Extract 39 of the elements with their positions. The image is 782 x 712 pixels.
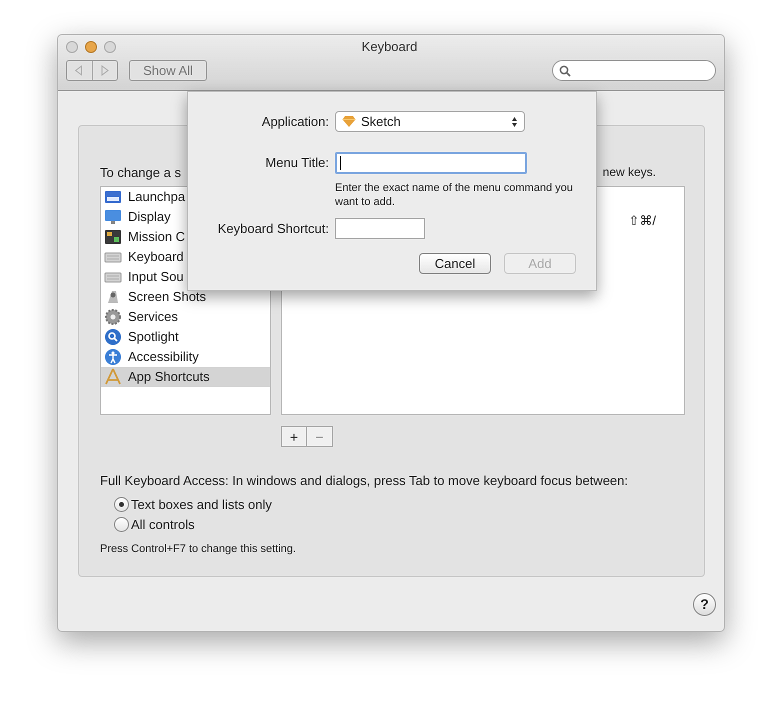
zoom-button[interactable]: [104, 41, 116, 53]
minimize-button[interactable]: [85, 41, 97, 53]
add-button[interactable]: +: [281, 426, 307, 447]
person-icon: [104, 348, 122, 366]
application-popup[interactable]: Sketch: [335, 111, 525, 132]
diamond-icon: [342, 115, 356, 128]
radio-button[interactable]: [114, 497, 129, 512]
instruction-text: To change a s: [100, 164, 181, 181]
category-item[interactable]: Accessibility: [101, 347, 270, 367]
cancel-button[interactable]: Cancel: [419, 253, 491, 274]
radio-button[interactable]: [114, 517, 129, 532]
search-icon: [104, 328, 122, 346]
category-item[interactable]: Services: [101, 307, 270, 327]
category-item[interactable]: App Shortcuts: [101, 367, 270, 387]
window-title: Keyboard: [362, 38, 418, 56]
radio-option[interactable]: All controls: [114, 514, 704, 534]
monitor-icon: [104, 208, 122, 226]
close-button[interactable]: [66, 41, 78, 53]
note-text: Press Control+F7 to change this setting.: [100, 542, 297, 556]
search-icon: [559, 64, 571, 76]
radio-option[interactable]: Text boxes and lists only: [114, 494, 704, 514]
search-field[interactable]: [552, 60, 716, 81]
back-forward-control[interactable]: [66, 60, 118, 81]
full-keyboard-access-label: Full Keyboard Access: In windows and dialogs, press Tab to move keyboard focus between:: [100, 472, 629, 490]
category-item[interactable]: Spotlight: [101, 327, 270, 347]
grid-icon: [104, 188, 122, 206]
shortcut-label: Keyboard Shortcut:: [216, 220, 329, 238]
help-button[interactable]: ?: [693, 593, 716, 616]
menu-title-field[interactable]: [335, 152, 527, 174]
windows-icon: [104, 228, 122, 246]
shortcut-field[interactable]: [335, 218, 425, 239]
hint-text: Enter the exact name of the menu command you want to add.: [335, 181, 574, 209]
gear-icon: [104, 308, 122, 326]
shortcut-keys: ⇧⌘/: [628, 211, 656, 230]
application-label: Application:: [260, 112, 329, 131]
menu-title-label: Menu Title:: [264, 154, 329, 172]
updown-arrows-icon: [511, 116, 518, 128]
category-item[interactable]: Screen Shots: [101, 287, 270, 307]
instruction-text: new keys.: [602, 164, 656, 181]
